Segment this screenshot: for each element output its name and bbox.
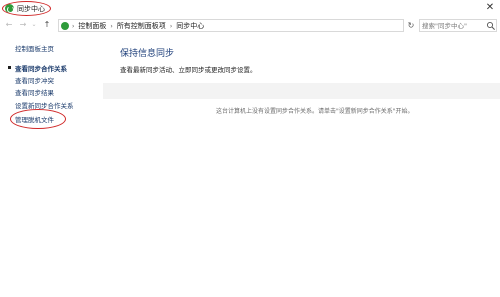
- page-title: 保持信息同步: [120, 49, 175, 59]
- page-description: 查看最新同步活动、立即同步或更改同步设置。: [120, 66, 257, 74]
- search-icon[interactable]: [486, 21, 496, 31]
- refresh-icon[interactable]: ↻: [406, 19, 416, 32]
- back-arrow-icon[interactable]: ←: [4, 19, 14, 31]
- partnership-list-header[interactable]: [103, 83, 500, 99]
- breadcrumb-sync-center[interactable]: 同步中心: [176, 21, 204, 31]
- up-arrow-icon[interactable]: ↑: [42, 19, 52, 31]
- main-content: 保持信息同步 查看最新同步活动、立即同步或更改同步设置。 这台计算机上没有设置同…: [103, 34, 500, 297]
- sync-center-small-icon: [61, 21, 69, 30]
- forward-arrow-icon[interactable]: →: [18, 19, 28, 31]
- search-input[interactable]: [422, 20, 484, 31]
- recent-pages-dropdown-icon[interactable]: ⌄: [31, 19, 37, 31]
- sidebar-item-view-sync-conflicts[interactable]: 查看同步冲突: [15, 75, 54, 85]
- sidebar: 控制面板主页 查看同步合作关系 查看同步冲突 查看同步结果 设置新同步合作关系 …: [0, 34, 103, 297]
- breadcrumb: › 控制面板 › 所有控制面板项 › 同步中心: [72, 21, 204, 31]
- breadcrumb-chevron-icon[interactable]: ›: [110, 23, 112, 30]
- close-button[interactable]: ✕: [484, 2, 496, 14]
- title-bar: 同步中心 ✕: [0, 0, 500, 17]
- annotation-circle-offline-files: [10, 109, 66, 129]
- sidebar-item-view-sync-partnerships[interactable]: 查看同步合作关系: [15, 63, 67, 73]
- breadcrumb-all-control-panel-items[interactable]: 所有控制面板项: [117, 21, 166, 31]
- search-box[interactable]: [419, 19, 497, 32]
- breadcrumb-control-panel[interactable]: 控制面板: [78, 21, 106, 31]
- annotation-circle-title: [2, 1, 51, 16]
- address-bar: ← → ⌄ ↑ › 控制面板 › 所有控制面板项 › 同步中心 ⌄ ↻: [0, 17, 500, 34]
- selected-bullet-icon: [8, 66, 11, 69]
- sidebar-item-view-sync-results[interactable]: 查看同步结果: [15, 87, 54, 97]
- sidebar-item-control-panel-home[interactable]: 控制面板主页: [15, 43, 54, 53]
- breadcrumb-chevron-icon[interactable]: ›: [170, 23, 172, 30]
- empty-list-message: 这台计算机上没有设置同步合作关系。请单击"设置新同步合作关系"开始。: [216, 108, 414, 115]
- address-box[interactable]: › 控制面板 › 所有控制面板项 › 同步中心 ⌄: [58, 19, 458, 32]
- breadcrumb-chevron-icon[interactable]: ›: [72, 23, 74, 30]
